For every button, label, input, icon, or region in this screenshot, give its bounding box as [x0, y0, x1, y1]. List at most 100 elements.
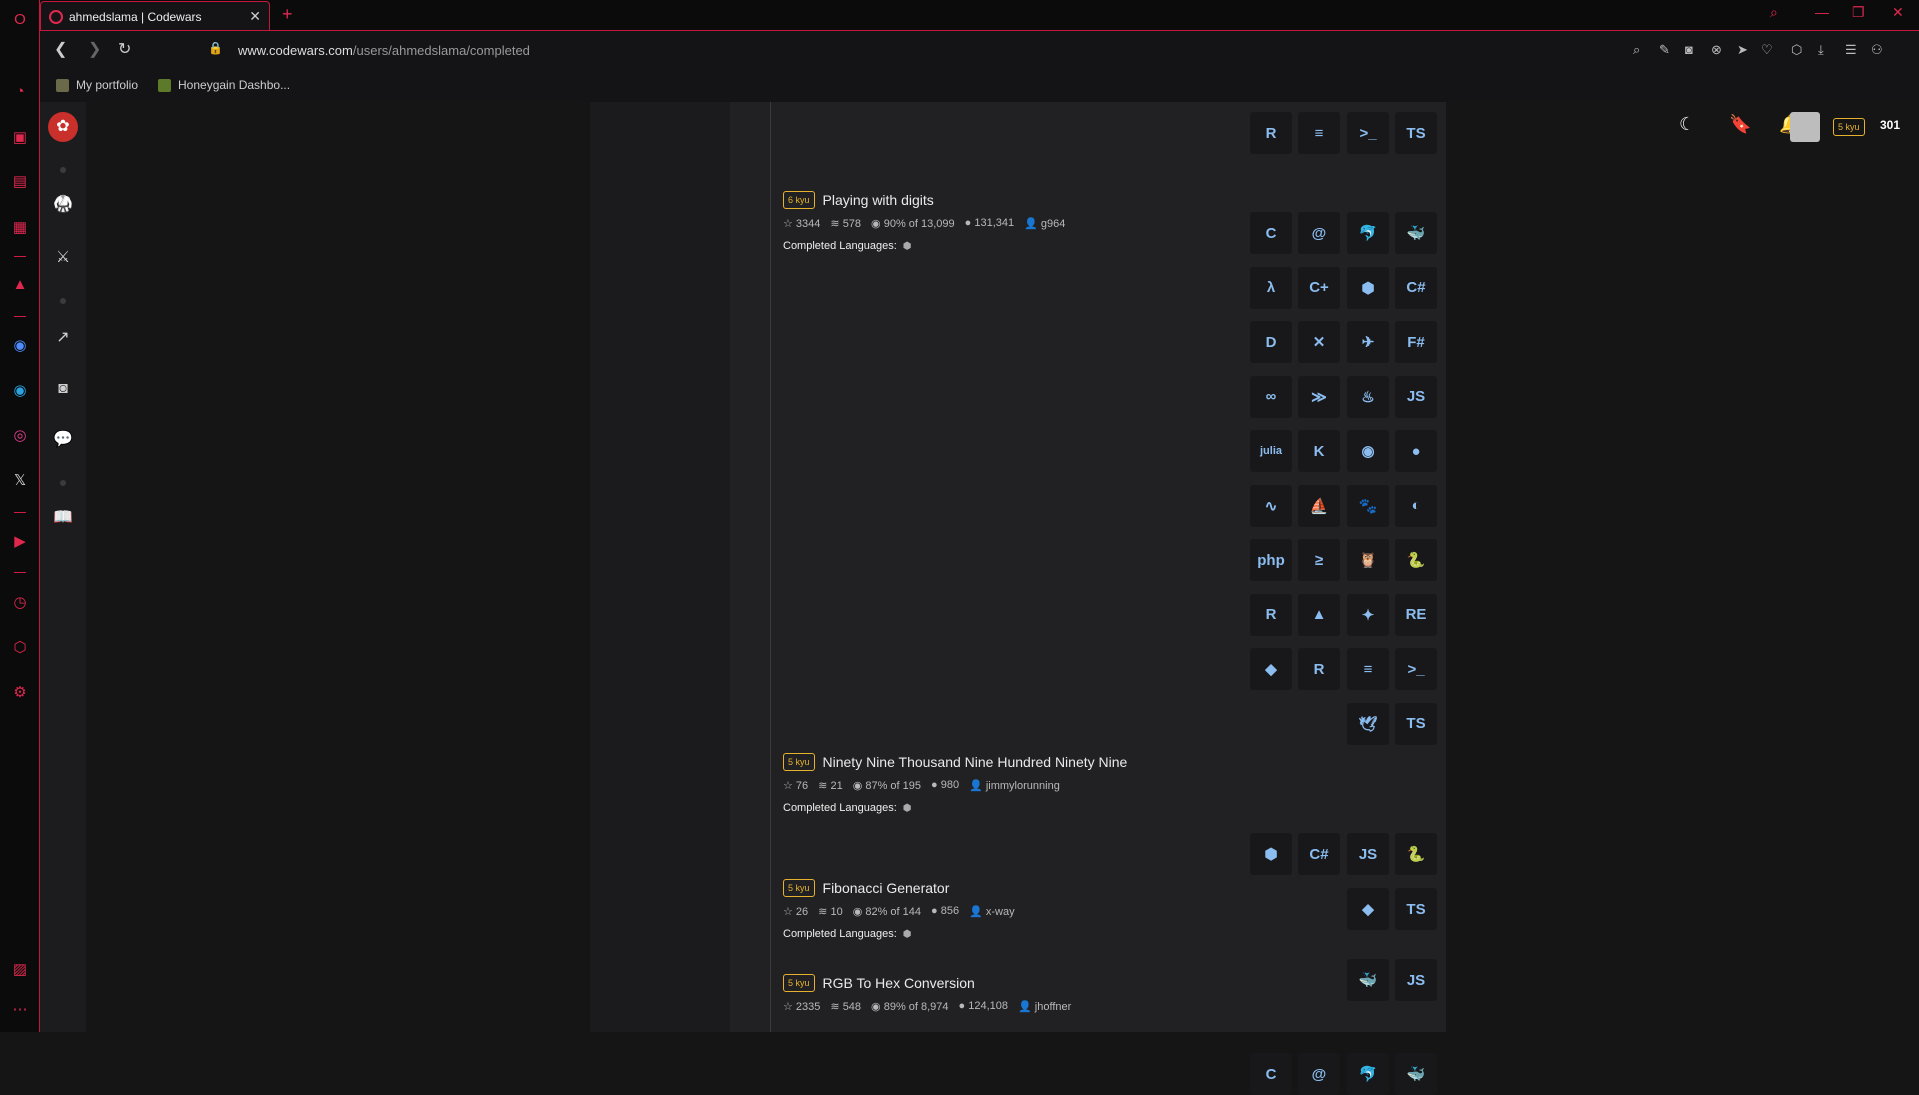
lang-tile[interactable]: ✈: [1347, 321, 1389, 363]
kata-title-link[interactable]: Playing with digits: [823, 192, 934, 208]
forward-icon[interactable]: ❯: [88, 39, 101, 59]
aria-icon[interactable]: ▲: [10, 275, 30, 295]
close-window-button[interactable]: ✕: [1892, 4, 1904, 21]
lang-tile[interactable]: 🐍: [1395, 833, 1437, 875]
snapshot-icon[interactable]: ◙: [1685, 42, 1693, 57]
lang-tile[interactable]: 🐳: [1347, 959, 1389, 1001]
lang-tile[interactable]: 🕊: [1347, 703, 1389, 745]
heart-icon[interactable]: ♡: [1761, 42, 1773, 58]
lang-tile[interactable]: ✕: [1298, 321, 1340, 363]
discussion-icon[interactable]: 💬: [52, 429, 74, 451]
lang-tile[interactable]: @: [1298, 212, 1340, 254]
lang-tile[interactable]: F#: [1395, 321, 1437, 363]
restore-button[interactable]: ❐: [1852, 4, 1865, 21]
speed-dial-icon[interactable]: ◔: [10, 82, 30, 102]
active-tab[interactable]: ahmedslama | Codewars ✕: [40, 1, 270, 31]
lang-tile[interactable]: ≡: [1298, 112, 1340, 154]
lang-tile[interactable]: TS: [1395, 888, 1437, 930]
adblock-icon[interactable]: ⊗: [1711, 42, 1722, 58]
lang-tile[interactable]: λ: [1250, 267, 1292, 309]
docs-icon[interactable]: 📖: [52, 507, 74, 529]
lang-tile[interactable]: C: [1250, 212, 1292, 254]
lang-tile[interactable]: ≥: [1298, 539, 1340, 581]
lang-tile[interactable]: ◆: [1250, 648, 1292, 690]
lang-tile[interactable]: >_: [1347, 112, 1389, 154]
lang-tile[interactable]: RE: [1395, 594, 1437, 636]
lang-tile[interactable]: D: [1250, 321, 1292, 363]
lang-tile[interactable]: julia: [1250, 430, 1292, 472]
history-icon[interactable]: ◷: [10, 593, 30, 613]
lang-tile[interactable]: K: [1298, 430, 1340, 472]
bookmark-honeygain[interactable]: Honeygain Dashbo...: [158, 78, 290, 92]
instagram-icon[interactable]: ◎: [10, 426, 30, 446]
lang-tile[interactable]: TS: [1395, 703, 1437, 745]
lang-tile[interactable]: >_: [1395, 648, 1437, 690]
lang-tile[interactable]: ⬢: [1347, 267, 1389, 309]
new-tab-button[interactable]: +: [282, 4, 293, 25]
bookmarks-icon[interactable]: 🔖: [1729, 114, 1751, 135]
discord-icon[interactable]: ◙: [52, 378, 74, 400]
codewars-logo-icon[interactable]: ✿: [48, 112, 78, 142]
messenger-icon[interactable]: ◉: [10, 336, 30, 356]
lang-tile[interactable]: 🐾: [1347, 485, 1389, 527]
lang-tile[interactable]: 🐳: [1395, 1053, 1437, 1095]
lang-tile[interactable]: 🐍: [1395, 539, 1437, 581]
author-link[interactable]: 👤 g964: [1024, 217, 1065, 230]
lang-tile[interactable]: JS: [1395, 959, 1437, 1001]
lang-tile[interactable]: JS: [1347, 833, 1389, 875]
lens-icon[interactable]: ⌕: [1633, 42, 1640, 58]
lang-tile[interactable]: ⬢: [1250, 833, 1292, 875]
cube-icon[interactable]: ⬡: [1791, 42, 1802, 58]
lang-tile[interactable]: ⛵: [1298, 485, 1340, 527]
calendar-icon[interactable]: ▦: [10, 218, 30, 238]
download-icon[interactable]: ⤓: [1818, 42, 1824, 58]
lang-tile[interactable]: C#: [1298, 833, 1340, 875]
lang-tile[interactable]: TS: [1395, 112, 1437, 154]
lang-tile[interactable]: ≫: [1298, 376, 1340, 418]
lang-tile[interactable]: C+: [1298, 267, 1340, 309]
kata-title-link[interactable]: Ninety Nine Thousand Nine Hundred Ninety…: [823, 754, 1128, 770]
author-link[interactable]: 👤 jimmylorunning: [969, 779, 1060, 792]
lang-tile[interactable]: ∿: [1250, 485, 1292, 527]
lang-tile[interactable]: 🐬: [1347, 1053, 1389, 1095]
search-tabs-icon[interactable]: ⌕: [1770, 4, 1778, 21]
kata-title-link[interactable]: RGB To Hex Conversion: [823, 975, 975, 991]
profile-icon[interactable]: ⚇: [1871, 42, 1883, 58]
telegram-icon[interactable]: ◉: [10, 381, 30, 401]
lang-tile[interactable]: php: [1250, 539, 1292, 581]
x-icon[interactable]: 𝕏: [10, 471, 30, 491]
edit-icon[interactable]: ✎: [1659, 42, 1670, 58]
player-icon[interactable]: ▶: [10, 532, 30, 552]
lang-tile[interactable]: ◐: [1395, 485, 1437, 527]
send-icon[interactable]: ➤: [1737, 42, 1748, 58]
reload-icon[interactable]: ↻: [118, 39, 131, 59]
lang-tile[interactable]: ●: [1395, 430, 1437, 472]
store-icon[interactable]: ▣: [10, 128, 30, 148]
kata-title-link[interactable]: Fibonacci Generator: [823, 880, 950, 896]
more-icon[interactable]: ⋯: [10, 1000, 30, 1020]
lang-tile[interactable]: R: [1250, 594, 1292, 636]
lang-tile[interactable]: R: [1298, 648, 1340, 690]
gallery-icon[interactable]: ▨: [10, 960, 30, 980]
lang-tile[interactable]: ◆: [1347, 888, 1389, 930]
extensions-icon[interactable]: ⬡: [10, 638, 30, 658]
lang-tile[interactable]: ◉: [1347, 430, 1389, 472]
leaderboard-icon[interactable]: ↗: [52, 327, 74, 349]
lang-tile[interactable]: ✦: [1347, 594, 1389, 636]
author-link[interactable]: 👤 jhoffner: [1018, 1000, 1071, 1013]
lang-tile[interactable]: ▲: [1298, 594, 1340, 636]
lang-tile[interactable]: @: [1298, 1053, 1340, 1095]
lang-tile[interactable]: R: [1250, 112, 1292, 154]
lang-tile[interactable]: ♨: [1347, 376, 1389, 418]
avatar[interactable]: [1790, 112, 1820, 142]
close-tab-icon[interactable]: ✕: [249, 8, 261, 25]
dark-mode-icon[interactable]: ☾: [1679, 114, 1695, 135]
kata-practice-icon[interactable]: 🥋: [52, 194, 74, 216]
twitch-icon[interactable]: ▤: [10, 172, 30, 192]
lang-tile[interactable]: ≡: [1347, 648, 1389, 690]
lang-tile[interactable]: C#: [1395, 267, 1437, 309]
minimize-button[interactable]: —: [1815, 4, 1829, 20]
bookmark-portfolio[interactable]: My portfolio: [56, 78, 138, 92]
lang-tile[interactable]: C: [1250, 1053, 1292, 1095]
lang-tile[interactable]: 🐳: [1395, 212, 1437, 254]
